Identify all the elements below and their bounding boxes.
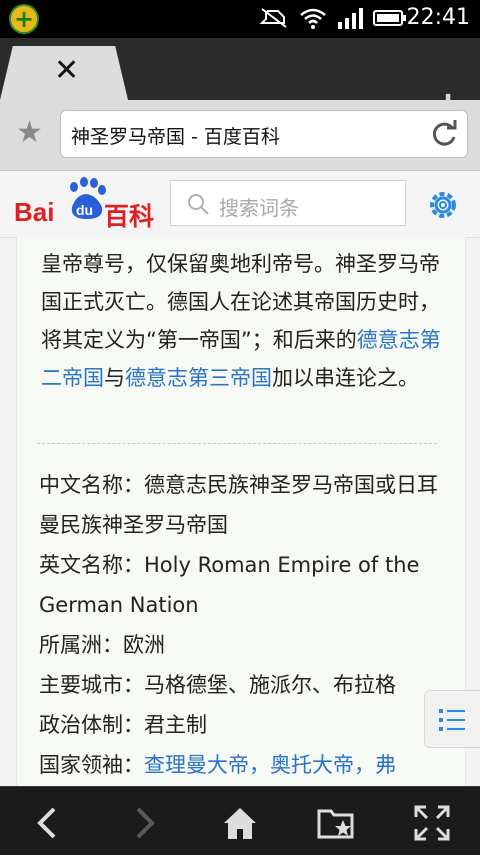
separator: ， (249, 753, 270, 777)
wifi-icon (300, 8, 326, 29)
baidu-baike-logo[interactable]: Bai du 百科 (14, 177, 154, 231)
article-paragraph: 皇帝尊号，仅保留奥地利帝号。神圣罗马帝国正式灭亡。德国人在论述其帝国历史时，将其… (41, 245, 441, 397)
info-row-chinese-name: 中文名称：德意志民族神圣罗马帝国或日耳曼民族神圣罗马帝国 (39, 465, 451, 545)
reload-icon[interactable] (429, 119, 459, 149)
close-icon[interactable]: ✕ (54, 56, 79, 86)
list-icon (439, 709, 465, 731)
browser-tab[interactable]: ✕ (0, 46, 128, 100)
home-icon[interactable] (220, 803, 260, 843)
battery-icon (373, 10, 406, 26)
search-input[interactable]: 搜索词条 (170, 180, 406, 226)
info-label: 中文名称： (39, 473, 144, 497)
info-label: 主要城市： (39, 673, 144, 697)
tab-bar: ✕ + (0, 38, 480, 124)
info-label: 政治体制： (39, 713, 144, 737)
plus-badge-icon: + (9, 4, 39, 34)
article-content: 皇帝尊号，仅保留奥地利帝号。神圣罗马帝国正式灭亡。德国人在论述其帝国历史时，将其… (16, 237, 466, 787)
bookmarks-folder-icon[interactable] (316, 803, 356, 843)
info-row-continent: 所属洲：欧洲 (39, 625, 465, 665)
url-text[interactable]: 神圣罗马帝国 - 百度百科 (71, 122, 280, 149)
info-label: 英文名称： (39, 553, 144, 577)
url-field[interactable]: 神圣罗马帝国 - 百度百科 (60, 110, 468, 158)
search-placeholder: 搜索词条 (219, 196, 299, 220)
paragraph-connector: 与 (104, 366, 125, 390)
info-value: 马格德堡、施派尔、布拉格 (144, 673, 396, 697)
gear-icon[interactable] (426, 188, 460, 222)
link-leader-3[interactable]: 弗 (375, 753, 396, 777)
status-bar: + 22:41 (0, 0, 480, 38)
logo-text-du: du (76, 202, 94, 218)
infobox: 中文名称：德意志民族神圣罗马帝国或日耳曼民族神圣罗马帝国 英文名称：Holy R… (39, 465, 465, 785)
info-value: 君主制 (144, 713, 207, 737)
forward-icon[interactable] (124, 803, 164, 843)
info-row-leaders: 国家领袖：查理曼大帝，奥托大帝，弗 (39, 745, 465, 785)
info-label: 所属洲： (39, 633, 123, 657)
info-row-government: 政治体制：君主制 (39, 705, 465, 745)
silent-mode-icon (259, 8, 287, 28)
logo-text-bai: Bai (14, 197, 55, 227)
logo-text-baike: 百科 (104, 202, 155, 231)
separator: ， (354, 753, 375, 777)
link-third-reich[interactable]: 德意志第三帝国 (125, 366, 272, 390)
clock: 22:41 (406, 5, 470, 30)
fullscreen-icon[interactable] (412, 803, 452, 843)
info-label: 国家领袖： (39, 753, 144, 777)
info-row-cities: 主要城市：马格德堡、施派尔、布拉格 (39, 665, 465, 705)
back-icon[interactable] (28, 803, 68, 843)
link-otto[interactable]: 奥托大帝 (270, 753, 354, 777)
divider (37, 443, 437, 444)
bottom-toolbar (0, 786, 480, 855)
star-icon[interactable]: ★ (16, 118, 43, 148)
info-value: 欧洲 (123, 633, 165, 657)
toc-button[interactable] (424, 690, 480, 748)
search-icon (188, 194, 209, 215)
info-row-english-name: 英文名称：Holy Roman Empire of the German Nat… (39, 545, 451, 625)
paragraph-end: 加以串连论之。 (272, 366, 419, 390)
address-bar: ★ 神圣罗马帝国 - 百度百科 (0, 100, 480, 171)
link-charlemagne[interactable]: 查理曼大帝 (144, 753, 249, 777)
baidu-header: Bai du 百科 搜索词条 (0, 171, 480, 238)
signal-icon (338, 8, 363, 29)
